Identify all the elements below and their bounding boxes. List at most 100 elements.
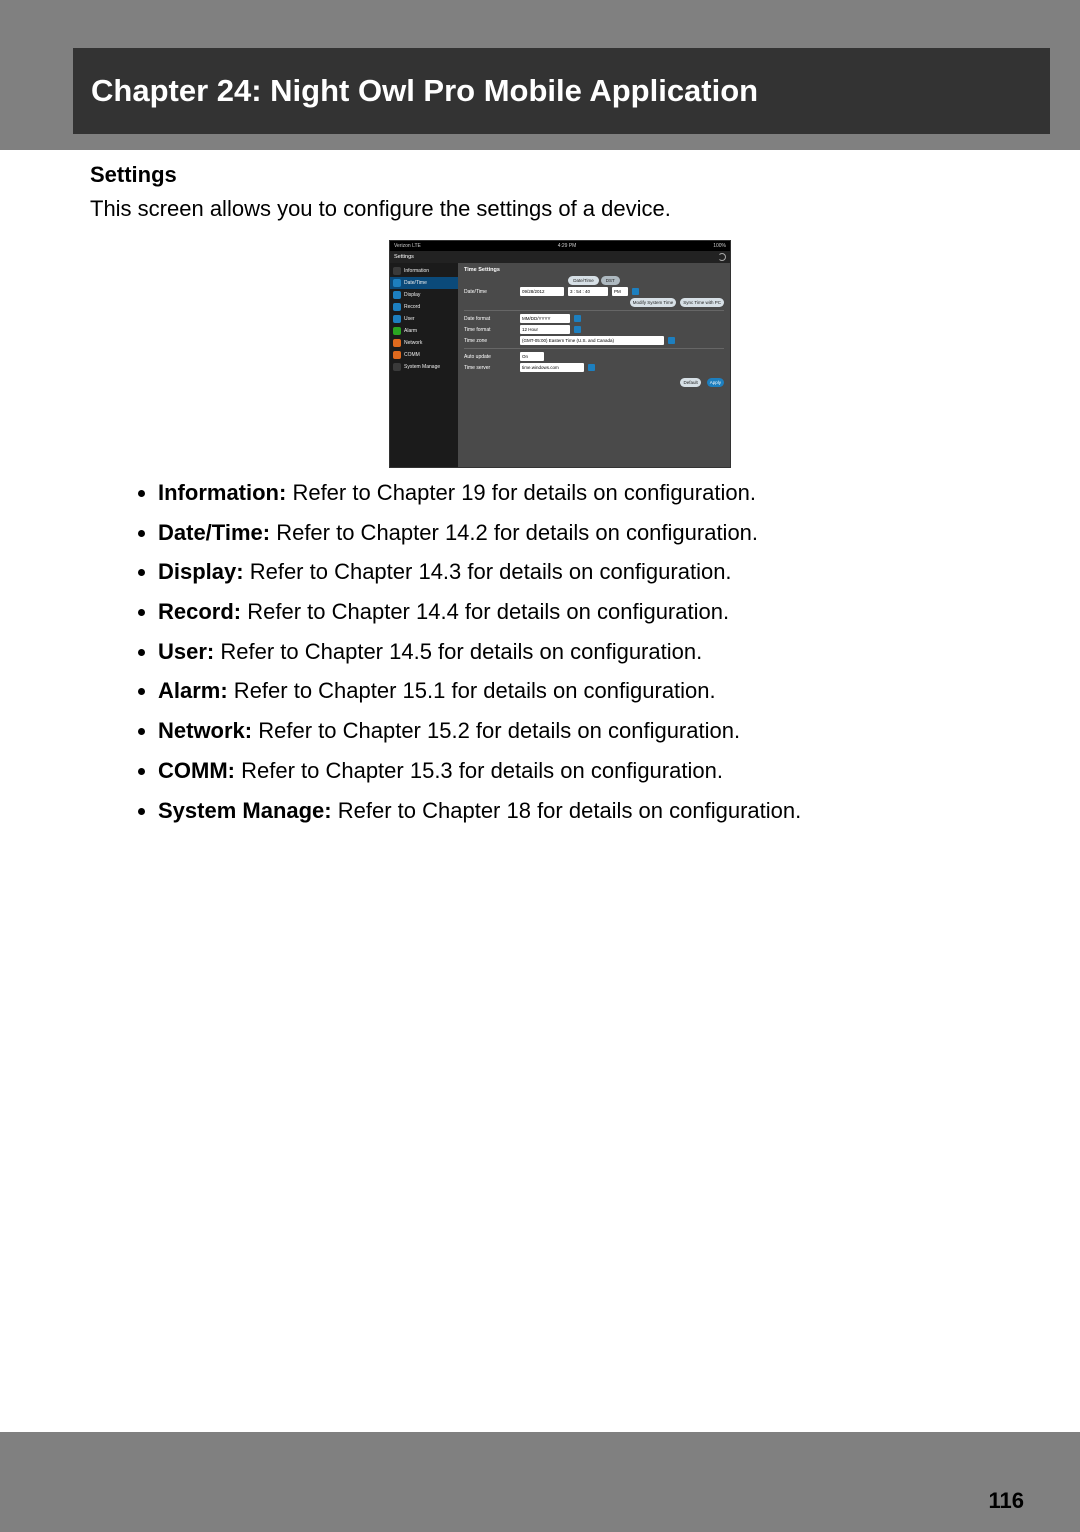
divider [464,348,724,349]
sidebar-item-user[interactable]: User [390,313,458,325]
page-number: 116 [989,1488,1025,1514]
sidebar-item-network[interactable]: Network [390,337,458,349]
feature-label: Information: [158,480,286,505]
apply-button[interactable]: Apply [707,378,724,387]
feature-label: User: [158,639,214,664]
feature-label: System Manage: [158,798,332,823]
field-time[interactable]: 3 : 54 : 40 [568,287,608,296]
screenshot-main: Time Settings Date/Time DST Date/Time 09… [458,263,730,467]
dropdown-icon[interactable] [632,288,639,295]
sidebar-item-label: Information [404,268,429,274]
sidebar-item-label: Network [404,340,422,346]
dropdown-icon[interactable] [668,337,675,344]
sidebar-icon [393,303,401,311]
page: Chapter 24: Night Owl Pro Mobile Applica… [0,0,1080,1532]
dropdown-icon[interactable] [574,326,581,333]
label-time-format: Time format [464,327,516,333]
dropdown-icon[interactable] [574,315,581,322]
sidebar-icon [393,351,401,359]
feature-text: Refer to Chapter 14.4 for details on con… [241,599,729,624]
feature-text: Refer to Chapter 14.3 for details on con… [244,559,732,584]
sidebar-item-information[interactable]: Information [390,265,458,277]
feature-text: Refer to Chapter 18 for details on confi… [332,798,802,823]
sidebar-icon [393,267,401,275]
divider [464,310,724,311]
feature-label: Display: [158,559,244,584]
sidebar-icon [393,279,401,287]
field-auto-update[interactable]: On [520,352,544,361]
intro-text: This screen allows you to configure the … [90,196,1030,222]
feature-label: Network: [158,718,252,743]
feature-list: Information: Refer to Chapter 19 for det… [90,478,1030,825]
feature-item: Network: Refer to Chapter 15.2 for detai… [158,716,1030,746]
sidebar-item-label: COMM [404,352,420,358]
feature-label: Alarm: [158,678,228,703]
sidebar-item-comm[interactable]: COMM [390,349,458,361]
feature-item: Display: Refer to Chapter 14.3 for detai… [158,557,1030,587]
device-screenshot: Verizon LTE 4:29 PM 100% Settings Inform… [389,240,731,468]
status-bar: Verizon LTE 4:29 PM 100% [390,241,730,251]
sidebar-item-label: System Manage [404,364,440,370]
sidebar-icon [393,339,401,347]
screenshot-container: Verizon LTE 4:29 PM 100% Settings Inform… [90,240,1030,468]
status-battery: 100% [713,243,726,249]
topbar-title: Settings [394,254,414,260]
field-time-format[interactable]: 12 Hour [520,325,570,334]
sidebar-item-record[interactable]: Record [390,301,458,313]
status-carrier: Verizon LTE [394,243,421,249]
tab-datetime[interactable]: Date/Time [568,276,599,285]
reload-icon[interactable] [718,253,726,261]
footer-bar [0,1432,1080,1532]
sidebar-icon [393,315,401,323]
feature-label: Date/Time: [158,520,270,545]
feature-text: Refer to Chapter 14.5 for details on con… [214,639,702,664]
header-inner: Chapter 24: Night Owl Pro Mobile Applica… [73,48,1050,134]
field-ampm[interactable]: PM [612,287,628,296]
feature-item: Alarm: Refer to Chapter 15.1 for details… [158,676,1030,706]
feature-item: Information: Refer to Chapter 19 for det… [158,478,1030,508]
feature-label: COMM: [158,758,235,783]
status-time: 4:29 PM [558,243,577,249]
screenshot-topbar: Settings [390,251,730,263]
sidebar-item-label: Date/Time [404,280,427,286]
feature-item: System Manage: Refer to Chapter 18 for d… [158,796,1030,826]
chapter-title: Chapter 24: Night Owl Pro Mobile Applica… [91,73,758,109]
panel-title: Time Settings [464,267,724,273]
sidebar-item-date-time[interactable]: Date/Time [390,277,458,289]
sidebar-item-alarm[interactable]: Alarm [390,325,458,337]
field-date[interactable]: 09/28/2012 [520,287,564,296]
field-date-format[interactable]: MM/DD/YYYY [520,314,570,323]
sidebar-icon [393,291,401,299]
label-time-server: Time server [464,365,516,371]
label-auto-update: Auto update [464,354,516,360]
content: Settings This screen allows you to confi… [90,150,1030,835]
header-bar: Chapter 24: Night Owl Pro Mobile Applica… [0,0,1080,150]
feature-label: Record: [158,599,241,624]
sync-time-button[interactable]: Sync Time with PC [680,298,724,307]
feature-text: Refer to Chapter 19 for details on confi… [286,480,756,505]
sidebar-item-label: Alarm [404,328,417,334]
sidebar-item-label: Display [404,292,420,298]
modify-system-time-button[interactable]: Modify System Time [630,298,677,307]
default-button[interactable]: Default [680,378,700,387]
sidebar-item-system-manage[interactable]: System Manage [390,361,458,373]
label-datetime: Date/Time [464,289,516,295]
feature-text: Refer to Chapter 15.3 for details on con… [235,758,723,783]
feature-item: COMM: Refer to Chapter 15.3 for details … [158,756,1030,786]
sidebar-icon [393,363,401,371]
sidebar-item-display[interactable]: Display [390,289,458,301]
sidebar-item-label: User [404,316,415,322]
feature-item: Date/Time: Refer to Chapter 14.2 for det… [158,518,1030,548]
screenshot-sidebar: Information Date/Time Display Record User Ala… [390,263,458,467]
feature-item: Record: Refer to Chapter 14.4 for detail… [158,597,1030,627]
field-time-server[interactable]: time.windows.com [520,363,584,372]
screenshot-body: Information Date/Time Display Record User Ala… [390,263,730,467]
tab-dst[interactable]: DST [601,276,620,285]
feature-text: Refer to Chapter 14.2 for details on con… [270,520,758,545]
field-time-zone[interactable]: (GMT-05:00) Eastern Time (U.S. and Canad… [520,336,664,345]
feature-item: User: Refer to Chapter 14.5 for details … [158,637,1030,667]
dropdown-icon[interactable] [588,364,595,371]
label-time-zone: Time zone [464,338,516,344]
label-date-format: Date format [464,316,516,322]
sidebar-item-label: Record [404,304,420,310]
